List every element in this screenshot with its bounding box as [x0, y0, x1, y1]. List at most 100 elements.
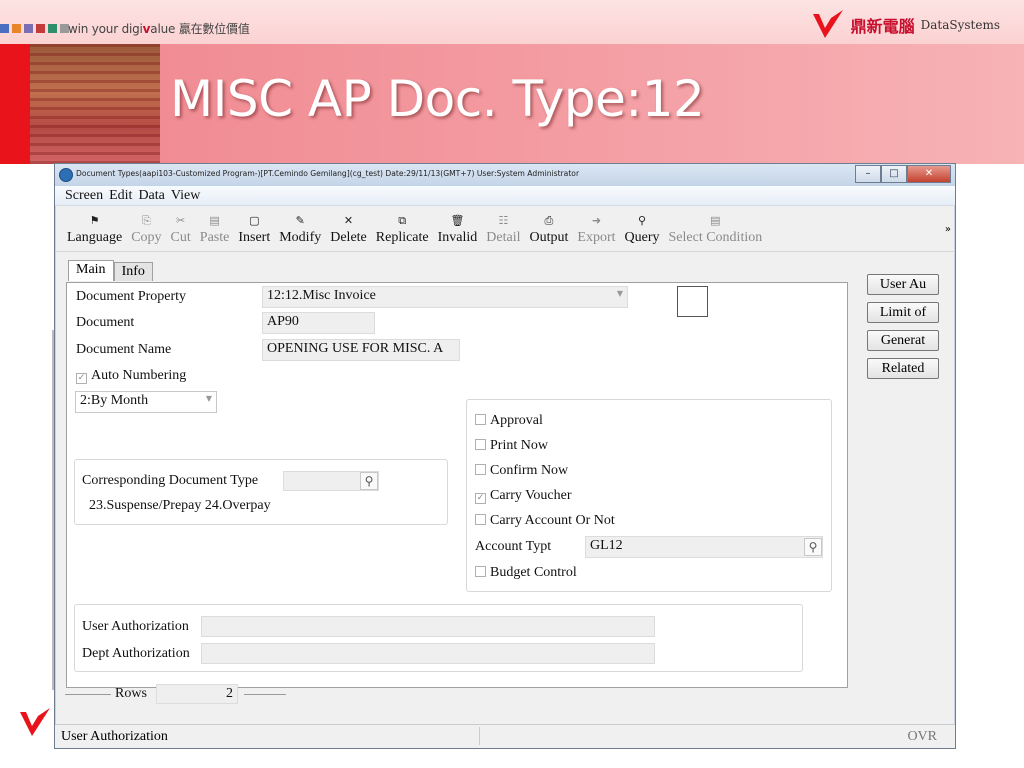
select-condition-label: Select Condition — [668, 230, 763, 245]
copy-label: Copy — [131, 230, 162, 245]
cut-button[interactable]: ✂ Cut — [171, 213, 191, 247]
corresponding-doc-type-label: Corresponding Document Type — [82, 473, 259, 488]
color-square — [36, 24, 45, 33]
language-button[interactable]: ⚑ Language — [67, 213, 122, 247]
slide-tagline: win your digivalue 贏在數位價值 — [68, 20, 250, 37]
limit-of-button[interactable]: Limit of — [867, 302, 939, 323]
confirm-now-checkbox[interactable]: Confirm Now — [475, 463, 568, 479]
corresponding-doc-group: Corresponding Document Type ⚲ 23.Suspens… — [74, 459, 448, 525]
detail-icon: ☷ — [498, 214, 509, 227]
rows-label: Rows — [115, 686, 147, 701]
checkbox-icon — [475, 566, 486, 577]
query-button[interactable]: ⚲ Query — [625, 213, 660, 247]
select-condition-button[interactable]: ▤ Select Condition — [669, 213, 763, 247]
document-name-field[interactable]: OPENING USE FOR MISC. A — [262, 339, 460, 361]
checkbox-icon — [475, 514, 486, 525]
status-separator — [479, 727, 480, 745]
slide-title: MISC AP Doc. Type:12 — [170, 70, 705, 128]
checkbox-icon — [475, 439, 486, 450]
invalid-icon: 🗑 — [450, 214, 465, 227]
copy-button[interactable]: ⎘ Copy — [131, 213, 161, 247]
minimize-button[interactable]: – — [855, 165, 881, 183]
tab-strip: Main Info — [68, 260, 153, 281]
checkbox-icon — [475, 414, 486, 425]
checkbox-checked-icon: ✓ — [76, 373, 87, 384]
paste-button[interactable]: ▤ Paste — [200, 213, 230, 247]
user-authorization-field[interactable] — [201, 616, 655, 637]
menu-view[interactable]: View — [171, 186, 206, 205]
status-overwrite-mode: OVR — [907, 729, 937, 744]
account-lookup-search-icon[interactable]: ⚲ — [804, 538, 822, 556]
lookup-search-icon[interactable]: ⚲ — [360, 472, 378, 490]
dept-authorization-field[interactable] — [201, 643, 655, 664]
menu-data[interactable]: Data — [138, 186, 170, 205]
rows-divider-right — [244, 694, 286, 695]
budget-control-checkbox[interactable]: Budget Control — [475, 565, 577, 581]
insert-label: Insert — [238, 230, 271, 245]
preview-box — [677, 286, 708, 317]
carry-voucher-checkbox[interactable]: ✓ Carry Voucher — [475, 488, 572, 504]
auto-numbering-checkbox[interactable]: ✓ Auto Numbering — [76, 368, 186, 384]
carry-voucher-label: Carry Voucher — [490, 488, 572, 503]
document-name-label: Document Name — [76, 342, 172, 357]
export-icon: ➜ — [591, 214, 602, 227]
tagline-suffix: alue — [150, 22, 176, 36]
insert-button[interactable]: ▢ Insert — [238, 213, 270, 247]
menu-screen[interactable]: Screen — [55, 186, 109, 205]
print-now-checkbox[interactable]: Print Now — [475, 438, 548, 454]
corresponding-doc-hint: 23.Suspense/Prepay 24.Overpay — [89, 498, 271, 513]
cut-label: Cut — [170, 230, 191, 245]
modify-button[interactable]: ✎ Modify — [279, 213, 321, 247]
modify-icon: ✎ — [295, 214, 305, 227]
user-authorization-button[interactable]: User Au — [867, 274, 939, 295]
tagline-chinese: 贏在數位價值 — [178, 22, 250, 36]
replicate-button[interactable]: ⧉ Replicate — [376, 213, 429, 247]
color-square — [0, 24, 9, 33]
dropdown-arrow-icon: ▼ — [205, 394, 212, 403]
invalid-label: Invalid — [437, 230, 478, 245]
color-square — [48, 24, 57, 33]
authorization-group: User Authorization Dept Authorization — [74, 604, 803, 672]
replicate-icon: ⧉ — [398, 214, 407, 227]
generate-button[interactable]: Generat — [867, 330, 939, 351]
document-types-window: Document Types(aapi103-Customized Progra… — [54, 163, 956, 749]
detail-button[interactable]: ☷ Detail — [486, 213, 520, 247]
corner-v-logo-icon — [18, 708, 52, 743]
document-property-dropdown[interactable]: 12:12.Misc Invoice ▼ — [262, 286, 628, 308]
paste-icon: ▤ — [209, 214, 220, 227]
checkbox-checked-icon: ✓ — [475, 493, 486, 504]
auditorium-photo — [30, 44, 160, 164]
options-group: Approval Print Now Confirm Now ✓ Carry Vo… — [466, 399, 832, 592]
tab-main[interactable]: Main — [68, 260, 114, 281]
carry-account-checkbox[interactable]: Carry Account Or Not — [475, 513, 615, 529]
invalid-button[interactable]: 🗑 Invalid — [438, 213, 478, 247]
replicate-label: Replicate — [375, 230, 429, 245]
tagline-prefix: win your digi — [68, 22, 143, 36]
close-button[interactable]: ✕ — [907, 165, 951, 183]
output-button[interactable]: ⎙ Output — [530, 213, 569, 247]
document-property-label: Document Property — [76, 289, 187, 304]
tab-info[interactable]: Info — [113, 262, 153, 281]
query-icon: ⚲ — [637, 214, 647, 227]
menu-bar: Screen Edit Data View — [55, 186, 955, 206]
maximize-button[interactable]: □ — [881, 165, 907, 183]
related-button[interactable]: Related — [867, 358, 939, 379]
select-condition-icon: ▤ — [710, 214, 721, 227]
delete-label: Delete — [330, 230, 367, 245]
export-button[interactable]: ➜ Export — [577, 213, 615, 247]
approval-checkbox[interactable]: Approval — [475, 413, 543, 429]
account-type-field[interactable]: GL12 — [585, 536, 823, 558]
menu-edit[interactable]: Edit — [109, 186, 138, 205]
document-code-field[interactable]: AP90 — [262, 312, 375, 334]
language-label: Language — [67, 230, 123, 245]
toolbar-more-chevron-icon[interactable]: » — [945, 224, 951, 235]
query-label: Query — [624, 230, 660, 245]
window-titlebar[interactable]: Document Types(aapi103-Customized Progra… — [55, 164, 955, 186]
modify-label: Modify — [279, 230, 322, 245]
main-tab-panel: Document Property 12:12.Misc Invoice ▼ D… — [66, 282, 848, 688]
window-controls: – □ ✕ — [855, 165, 951, 183]
delete-button[interactable]: ✕ Delete — [330, 213, 367, 247]
user-authorization-label: User Authorization — [82, 619, 189, 634]
document-property-value: 12:12.Misc Invoice — [267, 288, 376, 303]
numbering-method-dropdown[interactable]: 2:By Month ▼ — [75, 391, 217, 413]
